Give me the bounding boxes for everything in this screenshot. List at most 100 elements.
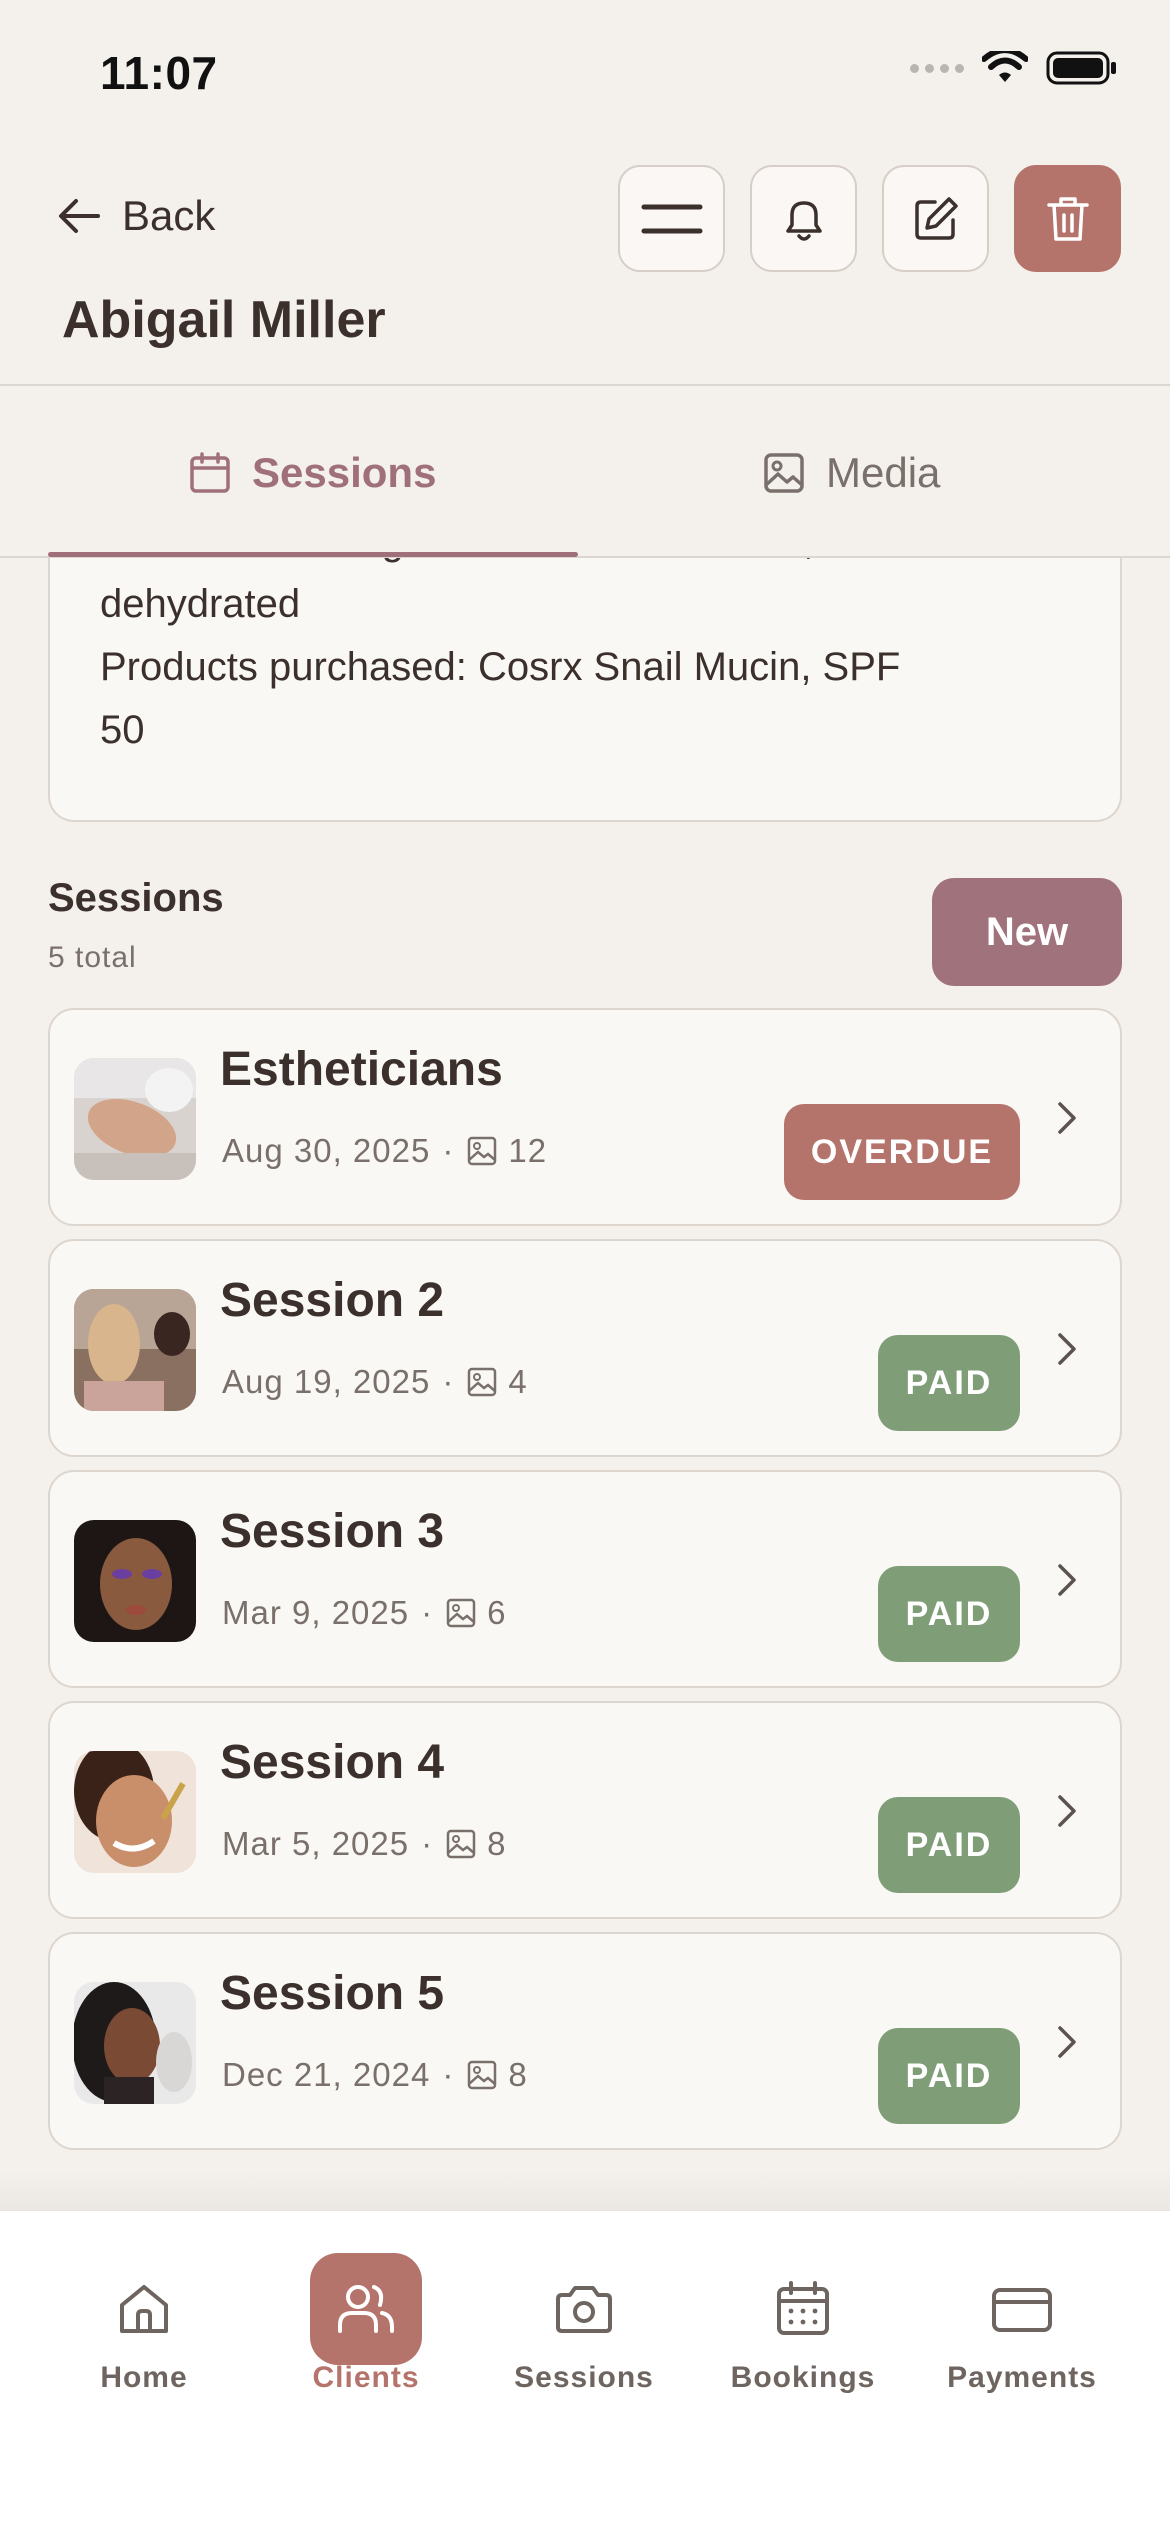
- session-meta: Mar 5, 2025 · 8: [222, 1825, 506, 1863]
- tab-sessions[interactable]: Sessions: [188, 388, 436, 558]
- nav-payments[interactable]: Payments: [922, 2253, 1122, 2395]
- photo-count: 8: [508, 2056, 528, 2093]
- trash-icon: [1046, 196, 1089, 241]
- chevron-right-icon: [1058, 1564, 1076, 1596]
- session-meta: Mar 9, 2025 · 6: [222, 1594, 506, 1632]
- separator-dot: ·: [442, 1132, 455, 1169]
- session-meta: Aug 30, 2025 · 12: [222, 1132, 547, 1170]
- chevron-right-icon: [1058, 1102, 1076, 1134]
- notes-line: dehydrated: [100, 582, 301, 626]
- status-badge: PAID: [878, 2028, 1020, 2124]
- calendar-icon: [747, 2253, 859, 2365]
- session-card[interactable]: Session 4 Mar 5, 2025 · 8 PAID: [48, 1701, 1122, 1919]
- tab-media[interactable]: Media: [762, 388, 940, 558]
- photo-count: 12: [508, 1132, 548, 1169]
- photo-count: 4: [508, 1363, 528, 1400]
- chevron-right-icon: [1058, 1333, 1076, 1365]
- separator-dot: ·: [421, 1825, 434, 1862]
- photo-icon: [468, 2060, 497, 2090]
- session-card[interactable]: Session 2 Aug 19, 2025 · 4 PAID: [48, 1239, 1122, 1457]
- nav-label: Bookings: [730, 2361, 876, 2394]
- nav-label: Home: [100, 2361, 188, 2394]
- status-icons: [910, 50, 1118, 86]
- delete-button[interactable]: [1014, 165, 1121, 272]
- status-badge: PAID: [878, 1797, 1020, 1893]
- calendar-icon: [190, 452, 230, 493]
- status-time: 11:07: [100, 47, 218, 99]
- session-title: Session 4: [220, 1736, 445, 1789]
- nav-home[interactable]: Home: [44, 2253, 244, 2395]
- photo-icon: [446, 1829, 476, 1859]
- users-icon: [310, 2253, 422, 2365]
- nav-label: Clients: [312, 2361, 420, 2394]
- image-icon: [764, 453, 804, 493]
- photo-icon: [468, 1367, 497, 1397]
- session-meta: Dec 21, 2024 · 8: [222, 2056, 528, 2094]
- bell-icon: [785, 200, 822, 241]
- back-label: Back: [122, 192, 216, 239]
- tab-indicator: [48, 552, 578, 557]
- status-badge: PAID: [878, 1566, 1020, 1662]
- session-card[interactable]: Session 3 Mar 9, 2025 · 6 PAID: [48, 1470, 1122, 1688]
- session-title: Session 5: [220, 1967, 445, 2020]
- session-date: Dec 21, 2024: [222, 2056, 431, 2093]
- separator-dot: ·: [442, 1363, 455, 1400]
- page-title: Abigail Miller: [62, 291, 386, 349]
- wifi-icon: [982, 51, 1028, 82]
- sessions-title: Sessions: [48, 876, 224, 920]
- session-title: Session 3: [220, 1505, 445, 1558]
- session-date: Aug 30, 2025: [222, 1132, 431, 1169]
- session-thumbnail: [74, 1982, 196, 2104]
- back-button[interactable]: Back: [56, 192, 215, 240]
- home-icon: [88, 2253, 200, 2365]
- nav-clients[interactable]: Clients: [266, 2253, 466, 2395]
- session-thumbnail: [74, 1751, 196, 1873]
- nav-label: Sessions: [514, 2361, 654, 2394]
- session-card[interactable]: Session 5 Dec 21, 2024 · 8 PAID: [48, 1932, 1122, 2150]
- photo-count: 8: [487, 1825, 507, 1862]
- nav-bookings[interactable]: Bookings: [703, 2253, 903, 2395]
- sessions-count: 5 total: [48, 941, 137, 974]
- notes-text: Notes: Works night shifts — affects skin…: [100, 540, 1070, 762]
- bottom-nav: Home Clients Sessions Bookings Payments: [0, 2210, 1170, 2532]
- status-bar: 11:07: [0, 0, 1170, 150]
- notes-card: Notes: Works night shifts — affects skin…: [48, 540, 1122, 822]
- notifications-button[interactable]: [750, 165, 857, 272]
- sessions-header: Sessions 5 total: [48, 876, 224, 975]
- tab-label: Sessions: [252, 449, 437, 496]
- notes-line: 50: [100, 708, 145, 752]
- session-title: Session 2: [220, 1274, 445, 1327]
- chevron-right-icon: [1058, 2026, 1076, 2058]
- header: Back Abigail Miller: [0, 150, 1170, 386]
- session-date: Aug 19, 2025: [222, 1363, 431, 1400]
- battery-icon: [1046, 51, 1116, 85]
- session-meta: Aug 19, 2025 · 4: [222, 1363, 528, 1401]
- session-thumbnail: [74, 1520, 196, 1642]
- session-title: Estheticians: [220, 1043, 503, 1096]
- session-thumbnail: [74, 1289, 196, 1411]
- session-date: Mar 5, 2025: [222, 1825, 410, 1862]
- separator-dot: ·: [442, 2056, 455, 2093]
- status-badge: PAID: [878, 1335, 1020, 1431]
- tab-label: Media: [826, 449, 941, 496]
- signal-icon: [910, 63, 964, 73]
- nav-label: Payments: [947, 2361, 1097, 2394]
- session-thumbnail: [74, 1058, 196, 1180]
- separator-dot: ·: [421, 1594, 434, 1631]
- status-badge: OVERDUE: [784, 1104, 1020, 1200]
- edit-button[interactable]: [882, 165, 989, 272]
- arrow-left-icon: [59, 199, 100, 233]
- menu-icon: [641, 204, 702, 233]
- edit-icon: [914, 196, 958, 240]
- menu-button[interactable]: [618, 165, 725, 272]
- card-icon: [966, 2253, 1078, 2365]
- tabbar-shadow: [0, 2170, 1170, 2210]
- camera-icon: [528, 2253, 640, 2365]
- nav-sessions[interactable]: Sessions: [484, 2253, 684, 2395]
- new-session-button[interactable]: New: [932, 878, 1122, 986]
- session-card[interactable]: Estheticians Aug 30, 2025 · 12 OVERDUE: [48, 1008, 1122, 1226]
- chevron-right-icon: [1058, 1795, 1076, 1827]
- tab-bar: Sessions Media: [0, 388, 1170, 558]
- photo-icon: [446, 1598, 476, 1628]
- photo-count: 6: [487, 1594, 507, 1631]
